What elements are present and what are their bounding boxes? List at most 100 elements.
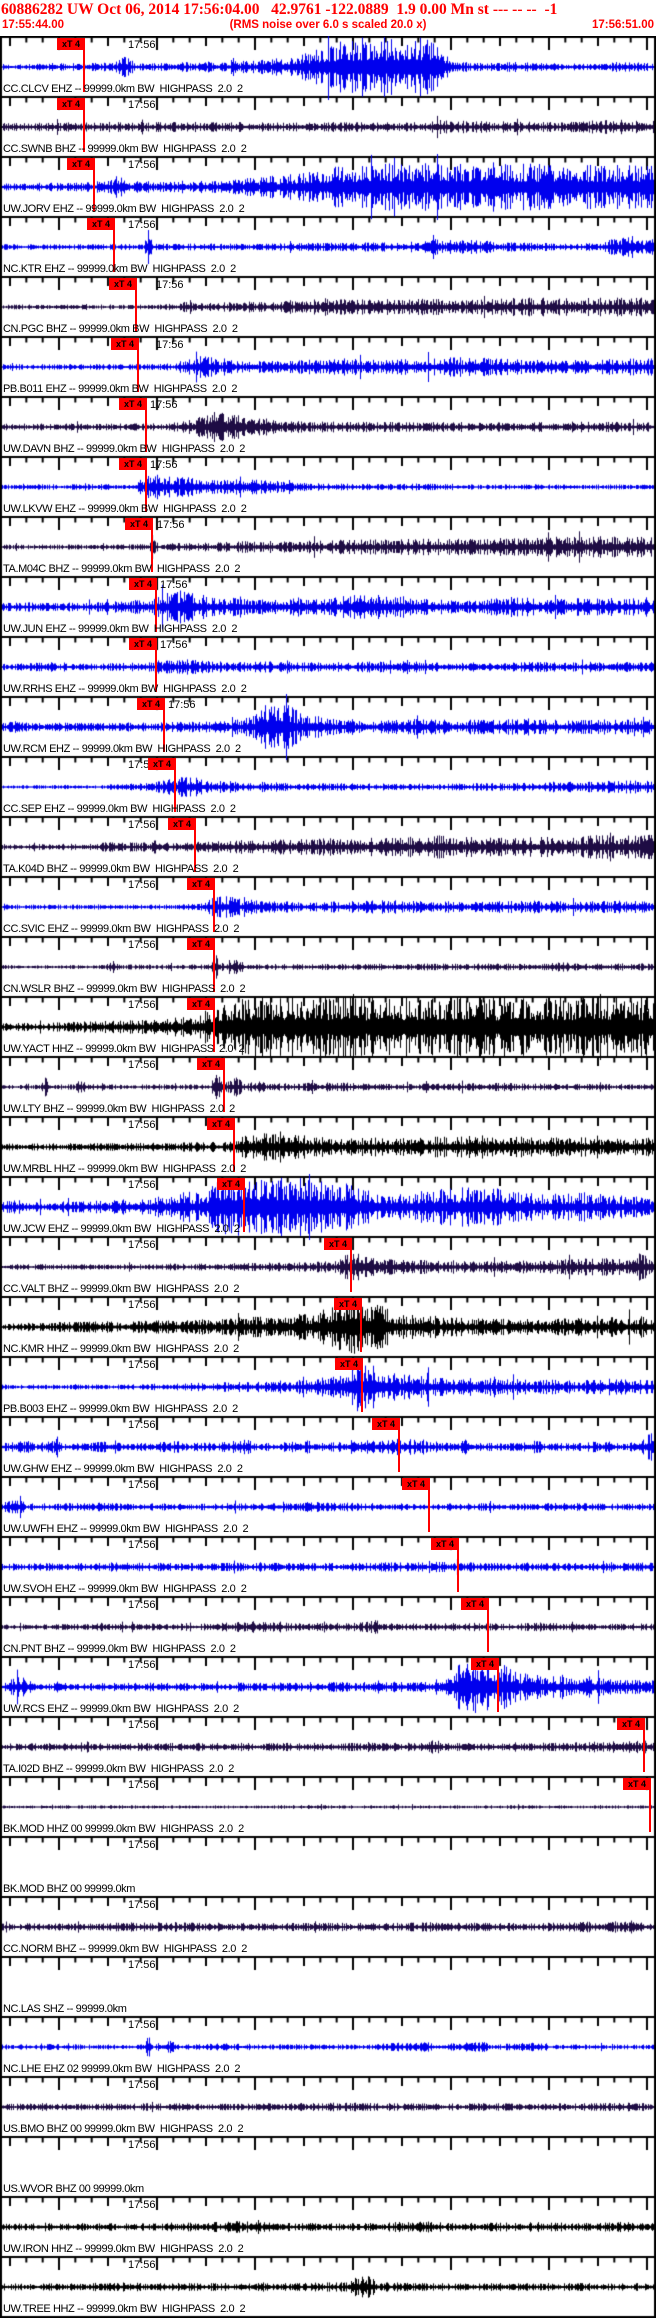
phase-pick-flag[interactable]: xT 4 [111,338,139,350]
trace-row[interactable]: 17:56 xT 4 UW.JCW EHZ -- 99999.0km BW HIGH… [0,1176,656,1236]
phase-pick-flag[interactable]: xT 4 [471,1658,499,1670]
phase-pick-flag[interactable]: xT 4 [617,1718,645,1730]
phase-pick-flag[interactable]: xT 4 [109,278,137,290]
phase-pick-flag[interactable]: xT 4 [125,518,153,530]
phase-pick-flag[interactable]: xT 4 [57,38,85,50]
phase-pick-line[interactable] [360,1310,362,1352]
trace-row[interactable]: 17:56 xT 4 CC.CLCV EHZ -- 99999.0km BW HIG… [0,36,656,96]
trace-row[interactable]: 17:56 xT 4 CC.SVIC EHZ -- 99999.0km BW HIG… [0,876,656,936]
minute-tick-label: 17:56 [128,219,156,231]
phase-pick-flag[interactable]: xT 4 [461,1598,489,1610]
station-label: UW.DAVN BHZ -- 99999.0km BW HIGHPASS 2.0… [3,443,245,455]
station-label: UW.LTY BHZ -- 99999.0km BW HIGHPASS 2.0 … [3,1103,235,1115]
phase-pick-line[interactable] [487,1610,489,1652]
phase-pick-flag[interactable]: xT 4 [187,938,215,950]
trace-row[interactable]: 17:56 xT 4 UW.JUN EHZ -- 99999.0km BW HIGH… [0,576,656,636]
minute-tick-label: 17:56 [156,339,184,351]
phase-pick-line[interactable] [643,1730,645,1772]
trace-row[interactable]: 17:56 xT 4 TA.M04C BHZ -- 99999.0km BW HIG… [0,516,656,576]
station-label: UW.JCW EHZ -- 99999.0km BW HIGHPASS 2.0 … [3,1223,240,1235]
minute-tick-label: 17:56 [128,1659,156,1671]
phase-pick-line[interactable] [428,1490,430,1532]
trace-row[interactable]: 17:56 xT 4 UW.JORV EHZ -- 99999.0km BW HIG… [0,156,656,216]
phase-pick-flag[interactable]: xT 4 [119,458,147,470]
trace-row[interactable]: 17:56 xT 4 PB.B003 EHZ -- 99999.0km BW HIG… [0,1356,656,1416]
phase-pick-line[interactable] [457,1550,459,1592]
phase-pick-flag[interactable]: xT 4 [137,698,165,710]
minute-tick-label: 17:56 [128,2139,156,2151]
trace-row[interactable]: 17:56 xT 4 CN.WSLR BHZ -- 99999.0km BW HIG… [0,936,656,996]
trace-row[interactable]: 17:56 xT 4 PB.B011 EHZ -- 99999.0km BW HIG… [0,336,656,396]
station-label: US.WVOR BHZ 00 99999.0km [3,2183,144,2195]
trace-row[interactable]: 17:56 xT 4 TA.I02D BHZ -- 99999.0km BW HIG… [0,1716,656,1776]
trace-row[interactable]: 17:56 xT 4 CN.PGC BHZ -- 99999.0km BW HIGH… [0,276,656,336]
minute-tick-label: 17:56 [128,1899,156,1911]
trace-row[interactable]: 17:56 xT 4 UW.LTY BHZ -- 99999.0km BW HIGH… [0,1056,656,1116]
trace-row[interactable]: 17:56 xT 4 CC.SWNB BHZ -- 99999.0km BW HIG… [0,96,656,156]
trace-row[interactable]: 17:56 xT 4 UW.MRBL HHZ -- 99999.0km BW HIG… [0,1116,656,1176]
station-label: US.BMO BHZ 00 99999.0km BW HIGHPASS 2.0 … [3,2123,244,2135]
phase-pick-flag[interactable]: xT 4 [187,878,215,890]
trace-row[interactable]: 17:56 xT 4 CN.PNT BHZ -- 99999.0km BW HIGH… [0,1596,656,1656]
phase-pick-flag[interactable]: xT 4 [217,1178,245,1190]
phase-pick-flag[interactable]: xT 4 [197,1058,225,1070]
phase-pick-flag[interactable]: xT 4 [129,638,157,650]
phase-pick-line[interactable] [243,1190,245,1232]
trace-row[interactable]: 17:56 BK.MOD BHZ 00 99999.0km [0,1836,656,1896]
phase-pick-flag[interactable]: xT 4 [168,818,196,830]
phase-pick-line[interactable] [497,1670,499,1712]
trace-row[interactable]: 17:56 xT 4 UW.SVOH EHZ -- 99999.0km BW HIG… [0,1536,656,1596]
station-label: UW.UWFH EHZ -- 99999.0km BW HIGHPASS 2.0… [3,1523,249,1535]
station-label: BK.MOD BHZ 00 99999.0km [3,1883,136,1895]
phase-pick-flag[interactable]: xT 4 [207,1118,235,1130]
trace-row[interactable]: 17:56 xT 4 UW.RCM EHZ -- 99999.0km BW HIGH… [0,696,656,756]
trace-row[interactable]: 17:56 xT 4 UW.RCS EHZ -- 99999.0km BW HIGH… [0,1656,656,1716]
phase-pick-flag[interactable]: xT 4 [119,398,147,410]
trace-row[interactable]: 17:56 xT 4 CC.VALT BHZ -- 99999.0km BW HIG… [0,1236,656,1296]
station-label: UW.JUN EHZ -- 99999.0km BW HIGHPASS 2.0 … [3,623,238,635]
phase-pick-flag[interactable]: xT 4 [372,1418,400,1430]
trace-row[interactable]: 17:56 xT 4 UW.YACT HHZ -- 99999.0km BW HIG… [0,996,656,1056]
phase-pick-flag[interactable]: xT 4 [148,758,176,770]
station-label: CC.CLCV EHZ -- 99999.0km BW HIGHPASS 2.0… [3,83,243,95]
trace-row[interactable]: 17:56 xT 4 BK.MOD HHZ 00 99999.0km BW HIGH… [0,1776,656,1836]
phase-pick-line[interactable] [398,1430,400,1472]
phase-pick-flag[interactable]: xT 4 [334,1298,362,1310]
trace-row[interactable]: 17:56 xT 4 TA.K04D BHZ -- 99999.0km BW HIG… [0,816,656,876]
phase-pick-flag[interactable]: xT 4 [431,1538,459,1550]
phase-pick-flag[interactable]: xT 4 [324,1238,352,1250]
phase-pick-flag[interactable]: xT 4 [187,998,215,1010]
trace-row[interactable]: 17:56 xT 4 CC.SEP EHZ -- 99999.0km BW HIGH… [0,756,656,816]
trace-row[interactable]: 17:56 US.WVOR BHZ 00 99999.0km [0,2136,656,2196]
phase-pick-flag[interactable]: xT 4 [402,1478,430,1490]
trace-row[interactable]: 17:56 xT 4 NC.KMR HHZ -- 99999.0km BW HIGH… [0,1296,656,1356]
phase-pick-flag[interactable]: xT 4 [87,218,115,230]
station-label: UW.RCS EHZ -- 99999.0km BW HIGHPASS 2.0 … [3,1703,239,1715]
trace-row[interactable]: 17:56 xT 4 UW.RRHS EHZ -- 99999.0km BW HIG… [0,636,656,696]
phase-pick-flag[interactable]: xT 4 [623,1778,651,1790]
trace-row[interactable]: 17:56 xT 4 UW.GHW EHZ -- 99999.0km BW HIGH… [0,1416,656,1476]
trace-row[interactable]: 17:56 xT 4 UW.UWFH EHZ -- 99999.0km BW HIG… [0,1476,656,1536]
station-label: BK.MOD HHZ 00 99999.0km BW HIGHPASS 2.0 … [3,1823,244,1835]
phase-pick-line[interactable] [361,1370,363,1412]
trace-row[interactable]: 17:56 xT 4 NC.KTR EHZ -- 99999.0km BW HIGH… [0,216,656,276]
phase-pick-flag[interactable]: xT 4 [67,158,95,170]
trace-row[interactable]: 17:56 CC.NORM BHZ -- 99999.0km BW HIGHPAS… [0,1896,656,1956]
trace-row[interactable]: 17:56 xT 4 UW.LKVW EHZ -- 99999.0km BW HIG… [0,456,656,516]
trace-row[interactable]: 17:56 NC.LAS SHZ -- 99999.0km [0,1956,656,2016]
minute-tick-label: 17:56 [128,1359,156,1371]
phase-pick-line[interactable] [350,1250,352,1292]
phase-pick-flag[interactable]: xT 4 [335,1358,363,1370]
station-label: TA.M04C BHZ -- 99999.0km BW HIGHPASS 2.0… [3,563,241,575]
phase-pick-flag[interactable]: xT 4 [57,98,85,110]
trace-area: 17:56 xT 4 CC.CLCV EHZ -- 99999.0km BW HIG… [0,0,656,2318]
minute-tick-label: 17:56 [128,1299,156,1311]
trace-row[interactable]: 17:56 NC.LHE EHZ 02 99999.0km BW HIGHPASS… [0,2016,656,2076]
phase-pick-line[interactable] [649,1790,651,1832]
trace-row[interactable]: 17:56 UW.TREE HHZ -- 99999.0km BW HIGHPAS… [0,2256,656,2316]
phase-pick-flag[interactable]: xT 4 [129,578,157,590]
trace-row[interactable]: 17:56 xT 4 UW.DAVN BHZ -- 99999.0km BW HIG… [0,396,656,456]
trace-row[interactable]: 17:56 UW.IRON HHZ -- 99999.0km BW HIGHPAS… [0,2196,656,2256]
station-label: CC.SEP EHZ -- 99999.0km BW HIGHPASS 2.0 … [3,803,236,815]
trace-row[interactable]: 17:56 US.BMO BHZ 00 99999.0km BW HIGHPASS… [0,2076,656,2136]
